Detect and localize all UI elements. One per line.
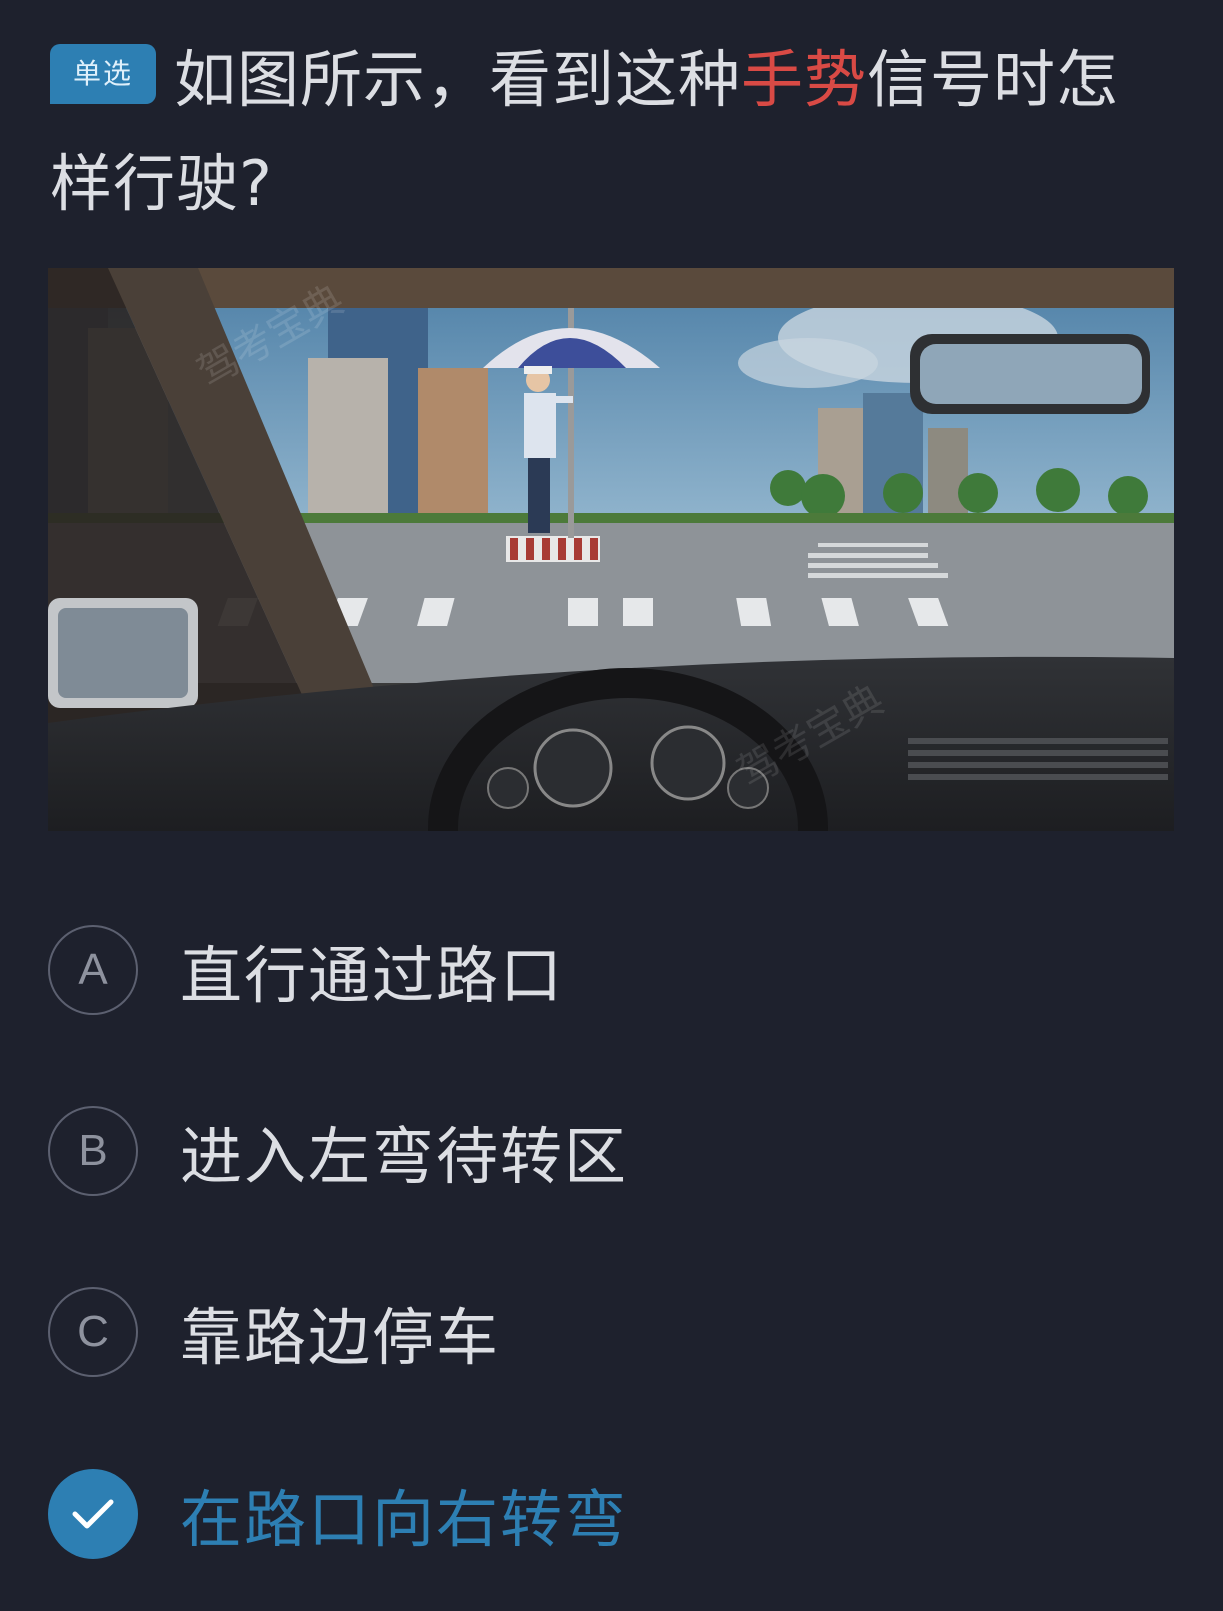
driver-view-illustration: 驾考宝典 驾考宝典 xyxy=(48,268,1174,831)
option-a-letter: A xyxy=(48,925,138,1015)
option-c-text: 靠路边停车 xyxy=(180,1301,501,1374)
single-choice-tag: 单选 xyxy=(50,43,156,104)
question-text-before: 如图所示，看到这种 xyxy=(174,43,742,116)
option-a[interactable]: A 直行通过路口 xyxy=(48,922,1048,1018)
option-b[interactable]: B 进入左弯待转区 xyxy=(48,1103,1048,1199)
question-image: 驾考宝典 驾考宝典 xyxy=(48,268,1174,831)
option-c[interactable]: C 靠路边停车 xyxy=(48,1284,1048,1380)
checkmark-icon xyxy=(48,1469,138,1559)
question-text-highlight: 手势 xyxy=(741,43,868,116)
option-b-text: 进入左弯待转区 xyxy=(180,1120,629,1193)
question-title: 单选 如图所示，看到这种手势信号时怎样行驶? xyxy=(50,28,1180,236)
option-d-text: 在路口向右转弯 xyxy=(180,1483,629,1556)
option-c-letter: C xyxy=(48,1287,138,1377)
option-b-letter: B xyxy=(48,1106,138,1196)
option-a-text: 直行通过路口 xyxy=(180,939,565,1012)
option-d[interactable]: 在路口向右转弯 xyxy=(48,1466,1048,1562)
